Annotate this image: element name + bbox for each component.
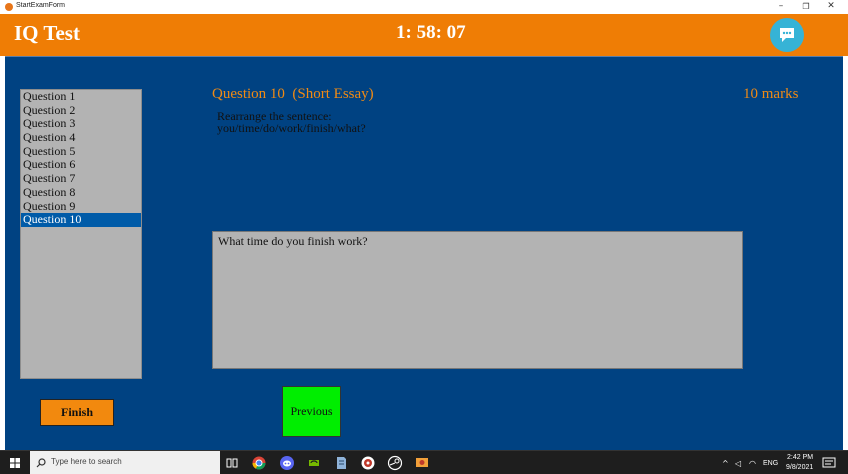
exam-header: IQ Test 1: 58: 07 (0, 14, 848, 56)
notepad-icon[interactable] (333, 455, 349, 471)
start-button[interactable] (0, 451, 30, 474)
minimize-button[interactable]: – (770, 0, 792, 14)
exam-app-icon[interactable] (414, 455, 430, 471)
exam-panel: Question 1 Question 2 Question 3 Questio… (5, 56, 843, 450)
finish-button[interactable]: Finish (40, 399, 114, 426)
search-icon (36, 458, 46, 468)
question-list-item-selected[interactable]: Question 10 (21, 212, 141, 227)
question-list[interactable]: Question 1 Question 2 Question 3 Questio… (20, 89, 142, 379)
maximize-button[interactable]: ❐ (795, 0, 817, 14)
steam-icon[interactable] (387, 455, 403, 471)
wifi-icon[interactable]: ◠ (749, 459, 756, 468)
clock-date[interactable]: 9/8/2021 (786, 464, 813, 471)
tray-chevron-up-icon[interactable]: ^ (722, 459, 729, 468)
taskbar-search-input[interactable]: Type here to search (30, 451, 220, 474)
answer-textbox[interactable]: What time do you finish work? (212, 231, 743, 369)
app-window-icon (5, 3, 13, 11)
nvidia-icon[interactable] (306, 455, 322, 471)
question-list-item[interactable]: Question 6 (21, 158, 141, 172)
search-placeholder: Type here to search (51, 457, 122, 466)
volume-icon[interactable]: ◁ (735, 459, 741, 468)
question-title: Question 10 (Short Essay) (212, 86, 374, 102)
discord-icon[interactable] (279, 455, 295, 471)
taskbar: Type here to search ^ ◁ ◠ ENG 2:42 PM 9/… (0, 450, 848, 474)
app-name: IQ Test (14, 21, 80, 45)
input-language[interactable]: ENG (763, 460, 778, 467)
question-list-item[interactable]: Question 7 (21, 171, 141, 186)
question-list-item[interactable]: Question 9 (21, 199, 141, 214)
question-list-item[interactable]: Question 3 (21, 117, 141, 131)
close-button[interactable]: ✕ (820, 0, 842, 14)
clock-time[interactable]: 2:42 PM (787, 454, 813, 461)
question-list-item[interactable]: Question 1 (21, 89, 141, 104)
question-marks: 10 marks (743, 86, 799, 102)
notification-icon[interactable] (822, 456, 836, 470)
question-text-line: you/time/do/work/finish/what? (217, 121, 366, 135)
chrome-icon[interactable] (251, 455, 267, 471)
window-title-bar: StartExamForm – ❐ ✕ (0, 0, 848, 14)
chat-bubble-icon (780, 28, 794, 42)
question-text: Rearrange the sentence: you/time/do/work… (217, 110, 366, 134)
question-list-item[interactable]: Question 2 (21, 103, 141, 118)
task-view-icon[interactable] (224, 455, 240, 471)
question-list-item[interactable]: Question 5 (21, 144, 141, 159)
windows-logo-icon (10, 458, 20, 468)
window-title: StartExamForm (16, 2, 66, 9)
question-list-item[interactable]: Question 4 (21, 130, 141, 145)
previous-button[interactable]: Previous (282, 386, 341, 437)
chat-button[interactable] (770, 18, 804, 52)
countdown-timer: 1: 58: 07 (396, 22, 466, 43)
question-list-item[interactable]: Question 8 (21, 185, 141, 200)
media-player-icon[interactable] (360, 455, 376, 471)
